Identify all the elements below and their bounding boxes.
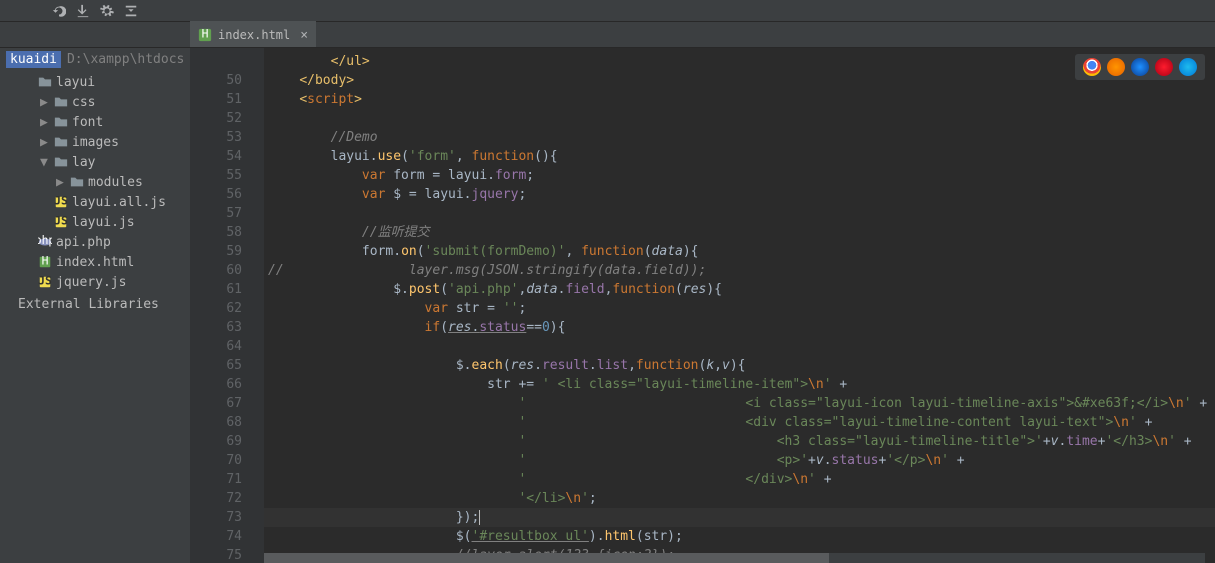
code-line-68[interactable]: ' <div class="layui-timeline-content lay… xyxy=(264,413,1215,432)
ie-icon[interactable] xyxy=(1179,58,1197,76)
folder-icon xyxy=(54,135,68,149)
js-icon: JS xyxy=(54,195,68,209)
js-icon: JS xyxy=(54,215,68,229)
svg-text:JS: JS xyxy=(54,195,68,208)
download-icon[interactable] xyxy=(74,2,92,20)
tree-item-label: css xyxy=(72,95,95,110)
tree-item-label: layui.js xyxy=(72,215,135,230)
editor-tabs: H index.html × xyxy=(0,22,1215,48)
tree-item-lay[interactable]: ▼ lay xyxy=(0,152,190,172)
tree-item-label: layui.all.js xyxy=(72,195,166,210)
svg-text:H: H xyxy=(202,28,209,41)
html-file-icon: H xyxy=(198,28,212,42)
fold-column xyxy=(250,48,264,563)
code-line-54[interactable]: layui.use('form', function(){ xyxy=(264,147,1215,166)
tree-item-api-php[interactable]: php api.php xyxy=(0,232,190,252)
tree-item-layui[interactable]: layui xyxy=(0,72,190,92)
code-line-72[interactable]: '</li>\n'; xyxy=(264,489,1215,508)
tab-index-html[interactable]: H index.html × xyxy=(190,21,316,47)
tree-item-label: api.php xyxy=(56,235,111,250)
tab-label: index.html xyxy=(218,28,290,42)
settings-icon[interactable] xyxy=(98,2,116,20)
tree-item-layui-all-js[interactable]: JS layui.all.js xyxy=(0,192,190,212)
folder-icon xyxy=(54,155,68,169)
safari-icon[interactable] xyxy=(1131,58,1149,76)
project-sidebar: kuaidi D:\xampp\htdocs layui ▶ css ▶ font ▶ im… xyxy=(0,48,190,563)
js-icon: JS xyxy=(38,275,52,289)
svg-text:JS: JS xyxy=(54,215,68,228)
code-line-59[interactable]: form.on('submit(formDemo)', function(dat… xyxy=(264,242,1215,261)
tree-item-label: font xyxy=(72,115,103,130)
code-line-69[interactable]: ' <h3 class="layui-timeline-title">'+v.t… xyxy=(264,432,1215,451)
external-libraries-label: External Libraries xyxy=(18,297,159,312)
code-line-63[interactable]: if(res.status==0){ xyxy=(264,318,1215,337)
code-editor[interactable]: 5051525354555657585960616263646566676869… xyxy=(190,48,1215,563)
project-tree: layui ▶ css ▶ font ▶ images ▼ lay ▶ modules JS layui… xyxy=(0,70,190,294)
collapse-icon[interactable] xyxy=(122,2,140,20)
code-line-52[interactable] xyxy=(264,109,1215,128)
code-line-58[interactable]: //监听提交 xyxy=(264,223,1215,242)
folder-icon xyxy=(54,115,68,129)
tree-item-font[interactable]: ▶ font xyxy=(0,112,190,132)
tree-item-images[interactable]: ▶ images xyxy=(0,132,190,152)
tree-arrow-icon: ▶ xyxy=(40,135,50,150)
tree-item-jquery-js[interactable]: JS jquery.js xyxy=(0,272,190,292)
opera-icon[interactable] xyxy=(1155,58,1173,76)
code-line-65[interactable]: $.each(res.result.list,function(k,v){ xyxy=(264,356,1215,375)
tree-item-css[interactable]: ▶ css xyxy=(0,92,190,112)
tree-item-modules[interactable]: ▶ modules xyxy=(0,172,190,192)
tree-arrow-icon: ▶ xyxy=(40,95,50,110)
svg-text:php: php xyxy=(38,235,52,247)
tree-item-label: modules xyxy=(88,175,143,190)
code-line-74[interactable]: $('#resultbox ul').html(str); xyxy=(264,527,1215,546)
code-line-50[interactable]: </body> xyxy=(264,71,1215,90)
code-line-55[interactable]: var form = layui.form; xyxy=(264,166,1215,185)
code-line-70[interactable]: ' <p>'+v.status+'</p>\n' + xyxy=(264,451,1215,470)
php-icon: php xyxy=(38,235,52,249)
ide-toolbar xyxy=(0,0,1215,22)
code-line-73[interactable]: }); xyxy=(264,508,1215,527)
breadcrumb: kuaidi D:\xampp\htdocs xyxy=(0,48,190,70)
folder-icon xyxy=(54,95,68,109)
code-line-61[interactable]: $.post('api.php',data.field,function(res… xyxy=(264,280,1215,299)
code-line-60[interactable]: // layer.msg(JSON.stringify(data.field))… xyxy=(264,261,1215,280)
code-line-71[interactable]: ' </div>\n' + xyxy=(264,470,1215,489)
tree-item-label: layui xyxy=(56,75,95,90)
html-icon: H xyxy=(38,255,52,269)
firefox-icon[interactable] xyxy=(1107,58,1125,76)
tree-item-label: jquery.js xyxy=(56,275,126,290)
tree-item-label: images xyxy=(72,135,119,150)
tree-item-index-html[interactable]: Hindex.html xyxy=(0,252,190,272)
code-area[interactable]: </ul> </body> <script> //Demo layui.use(… xyxy=(264,48,1215,563)
tree-arrow-icon: ▼ xyxy=(40,155,50,170)
code-line-56[interactable]: var $ = layui.jquery; xyxy=(264,185,1215,204)
browser-preview-icons xyxy=(1075,54,1205,80)
code-line-53[interactable]: //Demo xyxy=(264,128,1215,147)
line-gutter: 5051525354555657585960616263646566676869… xyxy=(190,48,250,563)
code-line-62[interactable]: var str = ''; xyxy=(264,299,1215,318)
tree-item-label: lay xyxy=(72,155,95,170)
breadcrumb-path: D:\xampp\htdocs xyxy=(67,52,184,67)
code-line-57[interactable] xyxy=(264,204,1215,223)
folder-icon xyxy=(38,75,52,89)
code-line-67[interactable]: ' <i class="layui-icon layui-timeline-ax… xyxy=(264,394,1215,413)
close-icon[interactable]: × xyxy=(300,28,308,43)
code-line-66[interactable]: str += ' <li class="layui-timeline-item"… xyxy=(264,375,1215,394)
folder-icon xyxy=(70,175,84,189)
tree-arrow-icon: ▶ xyxy=(56,175,66,190)
scrollbar-thumb[interactable] xyxy=(264,553,829,563)
tree-item-label: index.html xyxy=(56,255,134,270)
horizontal-scrollbar[interactable] xyxy=(264,553,1205,563)
svg-text:H: H xyxy=(42,255,49,268)
tree-arrow-icon: ▶ xyxy=(40,115,50,130)
code-line-64[interactable] xyxy=(264,337,1215,356)
chrome-icon[interactable] xyxy=(1083,58,1101,76)
external-libraries[interactable]: External Libraries xyxy=(0,294,190,314)
code-line-51[interactable]: <script> xyxy=(264,90,1215,109)
sync-icon[interactable] xyxy=(50,2,68,20)
breadcrumb-project[interactable]: kuaidi xyxy=(6,51,61,68)
tree-item-layui-js[interactable]: JS layui.js xyxy=(0,212,190,232)
svg-text:JS: JS xyxy=(38,275,52,288)
